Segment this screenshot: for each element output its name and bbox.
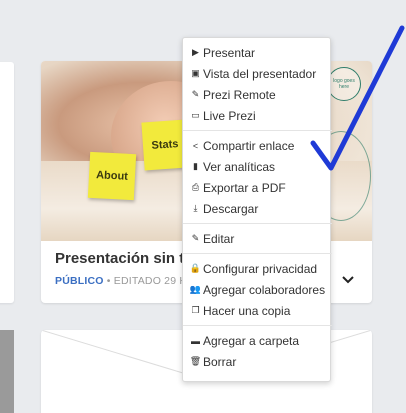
annotation-check-mark	[310, 25, 405, 171]
